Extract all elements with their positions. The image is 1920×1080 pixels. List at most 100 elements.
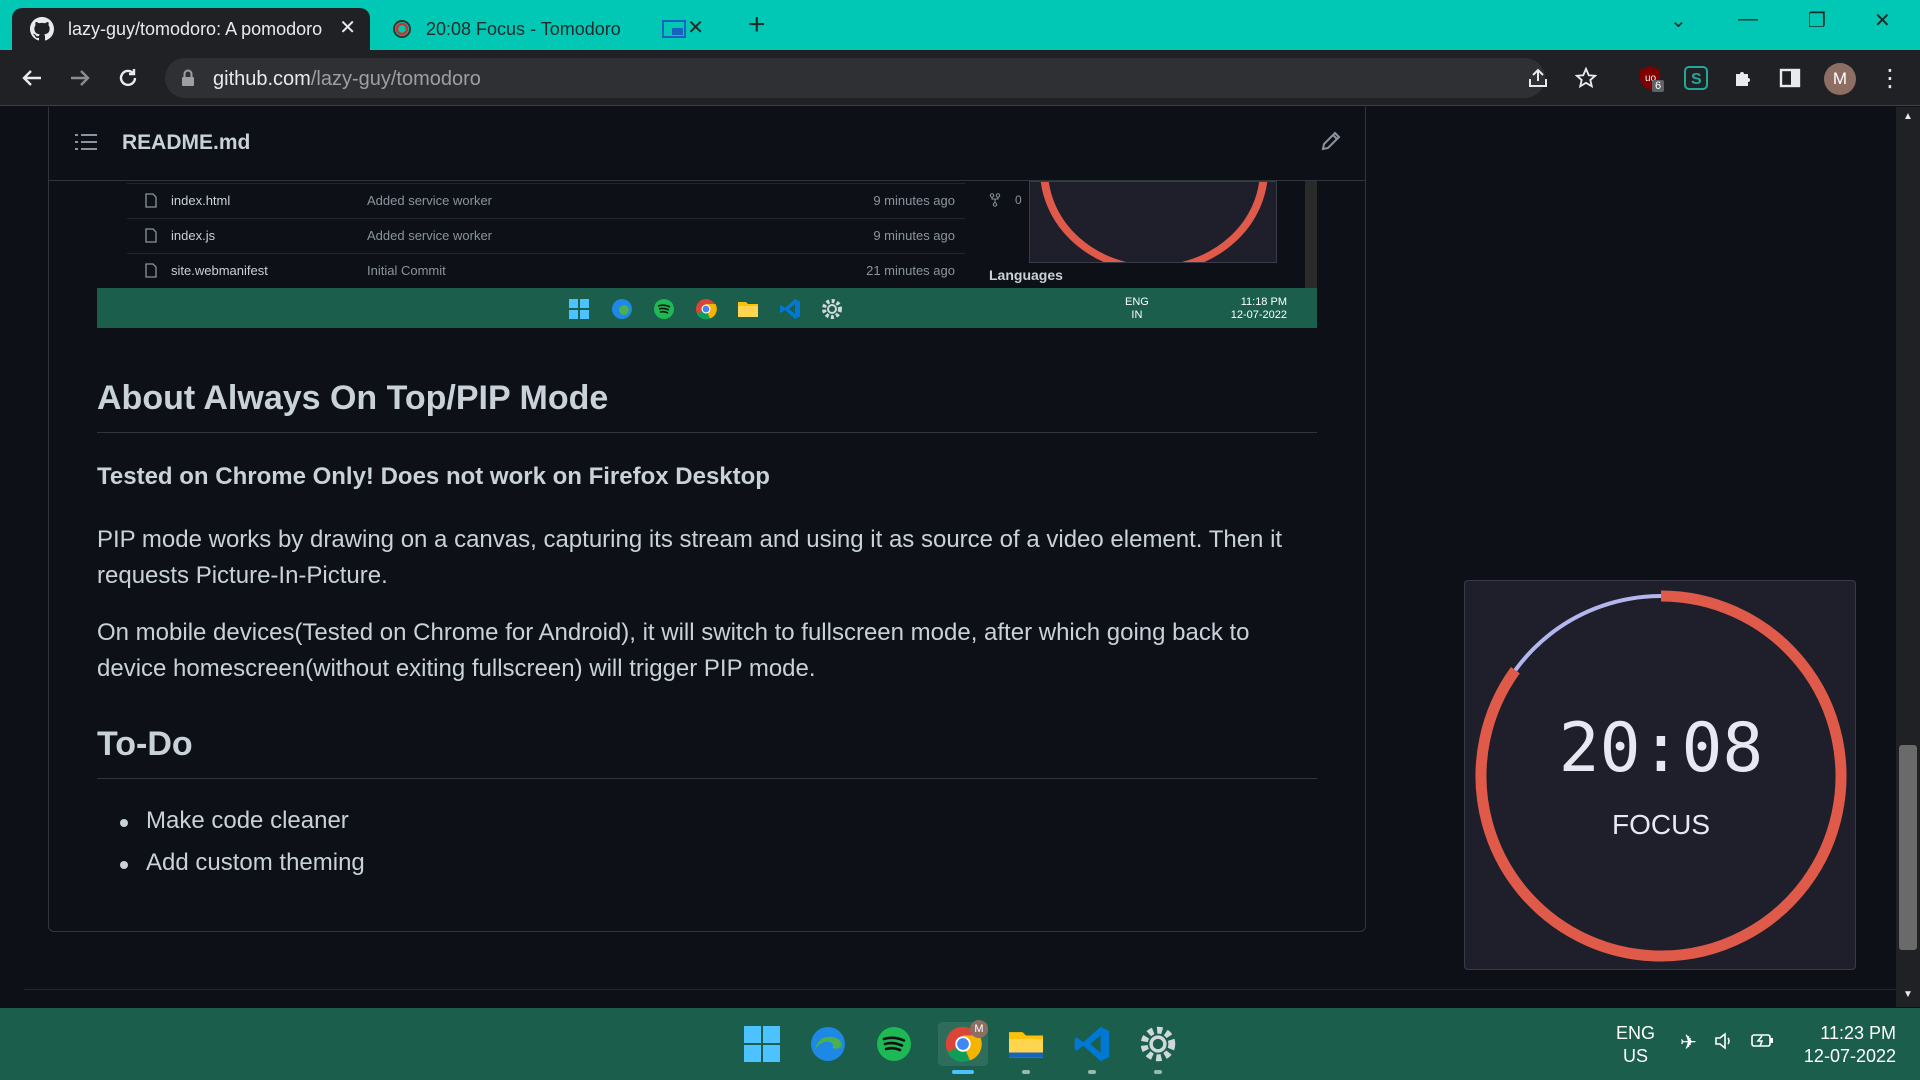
chrome-profile-badge: M: [970, 1020, 988, 1038]
settings-gear-icon: [1140, 1026, 1176, 1062]
file-icon: [145, 193, 157, 208]
system-clock[interactable]: 11:23 PM 12-07-2022: [1796, 1022, 1896, 1068]
running-app-indicator: [1088, 1070, 1096, 1074]
timer-mode-label: FOCUS: [1612, 809, 1710, 840]
back-button[interactable]: [16, 62, 48, 94]
start-button[interactable]: [740, 1022, 784, 1066]
profile-avatar[interactable]: M: [1824, 63, 1856, 95]
chrome-menu-button[interactable]: ⋮: [1874, 62, 1906, 94]
puzzle-icon: [1736, 72, 1750, 86]
embedded-scrollbar: [1305, 181, 1317, 288]
file-row: index.js Added service worker 9 minutes …: [127, 218, 965, 253]
picture-in-picture-window[interactable]: 20:08 FOCUS: [1464, 580, 1856, 970]
windows-start-icon: [569, 299, 589, 319]
restore-button[interactable]: ❐: [1808, 8, 1826, 33]
tomodoro-icon: [393, 20, 411, 38]
tab-search-icon[interactable]: ⌄: [1670, 8, 1687, 33]
languages-label: Languages: [989, 267, 1063, 283]
readme-header: README.md: [49, 107, 1365, 181]
close-window-button[interactable]: ✕: [1874, 8, 1891, 33]
edge-icon: [612, 299, 632, 319]
side-panel-button[interactable]: [1774, 62, 1806, 94]
forward-button[interactable]: [64, 62, 96, 94]
file-name: index.html: [171, 193, 231, 208]
edit-pencil-icon[interactable]: [1319, 129, 1343, 153]
new-tab-button[interactable]: +: [748, 10, 766, 40]
tab-tomodoro[interactable]: 20:08 Focus - Tomodoro ✕: [378, 8, 718, 50]
minimize-button[interactable]: —: [1738, 8, 1758, 31]
url-text: github.com/lazy-guy/tomodoro: [213, 68, 481, 90]
taskbar-vscode[interactable]: [1070, 1022, 1114, 1074]
file-name: site.webmanifest: [171, 263, 268, 278]
volume-icon[interactable]: [1714, 1030, 1736, 1052]
scroll-up-arrow-icon[interactable]: ▲: [1903, 111, 1913, 122]
bookmark-star-icon[interactable]: [1575, 67, 1597, 89]
tab-title: lazy-guy/tomodoro: A pomodoro: [68, 18, 323, 39]
fork-icon: [989, 193, 1001, 207]
battery-charging-icon[interactable]: [1750, 1030, 1776, 1052]
scrollbar-thumb[interactable]: [1899, 745, 1917, 950]
fork-count: 0: [1015, 193, 1022, 207]
vscode-icon: [780, 299, 800, 319]
paragraph-mobile: On mobile devices(Tested on Chrome for A…: [97, 619, 1250, 682]
more-vert-icon: ⋮: [1878, 64, 1902, 92]
section-heading-about: About Always On Top/PIP Mode: [97, 379, 1317, 433]
section-heading-todo: To-Do: [97, 725, 1317, 779]
spotify-icon: [654, 299, 674, 319]
chrome-icon: [696, 299, 717, 320]
commit-message: Added service worker: [367, 193, 492, 208]
windows-start-icon: [744, 1026, 780, 1062]
taskbar-spotify[interactable]: [872, 1022, 916, 1066]
warning-text: Tested on Chrome Only! Does not work on …: [97, 463, 770, 490]
close-tab-icon[interactable]: ✕: [339, 18, 356, 38]
tab-github[interactable]: lazy-guy/tomodoro: A pomodoro ✕: [12, 8, 370, 50]
paragraph-pip-mode: PIP mode works by drawing on a canvas, c…: [97, 526, 1283, 589]
extensions-button[interactable]: [1728, 62, 1760, 94]
taskbar-chrome[interactable]: M: [938, 1020, 988, 1074]
embedded-tray-clock: 11:18 PM 12-07-2022: [1230, 296, 1287, 321]
file-row: index.html Added service worker 9 minute…: [127, 183, 965, 218]
running-app-indicator: [1154, 1070, 1162, 1074]
embedded-timer-ring: [1040, 182, 1268, 262]
svg-text:S: S: [1691, 71, 1702, 88]
taskbar-settings[interactable]: [1136, 1022, 1180, 1074]
commit-time: 9 minutes ago: [873, 193, 955, 208]
outline-list-icon[interactable]: [75, 133, 97, 151]
address-bar[interactable]: github.com/lazy-guy/tomodoro: [165, 58, 1597, 98]
extension-badge: 6: [1652, 80, 1665, 92]
readme-filename[interactable]: README.md: [122, 131, 250, 155]
commit-time: 9 minutes ago: [873, 228, 955, 243]
settings-gear-icon: [822, 299, 842, 319]
s-extension[interactable]: S: [1680, 62, 1712, 94]
file-icon: [145, 263, 157, 278]
scroll-down-arrow-icon[interactable]: ▼: [1903, 989, 1913, 1000]
share-icon[interactable]: [1527, 67, 1549, 89]
file-explorer-icon: [1009, 1032, 1043, 1058]
taskbar-file-explorer[interactable]: [1004, 1022, 1048, 1074]
spotify-icon: [877, 1027, 911, 1061]
picture-in-picture-icon[interactable]: [662, 20, 686, 38]
forward-arrow-icon: [71, 70, 90, 86]
file-row: site.webmanifest Initial Commit 21 minut…: [127, 253, 965, 288]
vscode-icon: [1074, 1026, 1110, 1062]
footer-divider: [24, 989, 1896, 990]
embedded-tray-lang: ENG IN: [1125, 296, 1149, 321]
input-language-indicator[interactable]: ENG US: [1616, 1022, 1655, 1068]
embedded-screenshot: index.html Added service worker 9 minute…: [97, 181, 1317, 328]
close-tab-icon[interactable]: ✕: [687, 18, 704, 38]
airplane-mode-icon[interactable]: ✈: [1680, 1030, 1697, 1055]
reload-button[interactable]: [112, 62, 144, 94]
embedded-pip-preview: [1029, 181, 1277, 263]
todo-list: Make code cleaner Add custom theming: [120, 807, 365, 891]
commit-message: Added service worker: [367, 228, 492, 243]
back-arrow-icon: [22, 70, 41, 86]
ublock-extension[interactable]: uo 6: [1634, 62, 1666, 94]
file-explorer-icon: [738, 302, 758, 317]
commit-message: Initial Commit: [367, 263, 446, 278]
commit-time: 21 minutes ago: [866, 263, 955, 278]
file-name: index.js: [171, 228, 216, 243]
taskbar-edge[interactable]: [806, 1022, 850, 1066]
windows-taskbar: M ENG US ✈ 11:23 PM 12-07-2022: [0, 1008, 1920, 1080]
lock-icon[interactable]: [181, 69, 195, 87]
timer-display: 20:08: [1558, 709, 1764, 788]
